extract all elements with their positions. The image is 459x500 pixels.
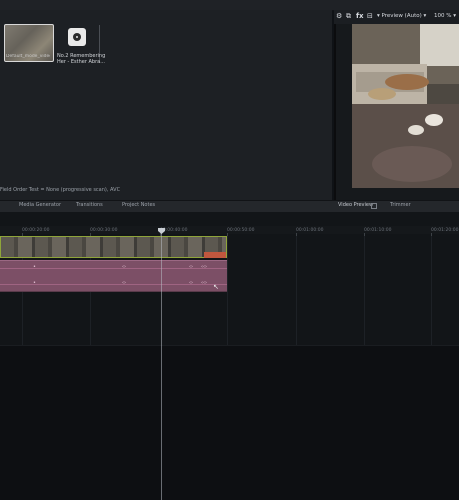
ruler-tick-label: 00:00:20:00 (22, 228, 50, 233)
audio-keyframe-icon[interactable]: • (33, 264, 36, 270)
playhead-line[interactable] (161, 228, 162, 500)
audio-keyframe-icon[interactable]: ‹› (122, 264, 126, 270)
audio-keyframe-icon[interactable]: ‹› (189, 264, 193, 270)
audio-keyframe-icon[interactable]: ‹‹› (201, 280, 207, 286)
video-event-clip[interactable] (0, 236, 227, 258)
chevron-down-icon: ▾ (377, 13, 380, 19)
preview-quality-dropdown[interactable]: ▾ Preview (Auto) ▾ (377, 13, 426, 19)
preview-image (352, 24, 459, 188)
preview-frame (352, 24, 459, 188)
video-thumbnail-caption: Default_mode_video (6, 54, 50, 59)
ruler-tick-label: 00:00:30:00 (90, 228, 118, 233)
chevron-down-icon: ▾ (423, 13, 427, 19)
preview-quality-label: Preview (Auto) (381, 13, 422, 19)
ruler-tick-label: 00:01:20:00 (431, 228, 459, 233)
zoom-dropdown[interactable]: 100 % ▾ (434, 13, 456, 19)
fx-icon[interactable]: fx (356, 12, 364, 20)
ruler-tick-label: 00:01:10:00 (364, 228, 392, 233)
timeline-gridline (296, 236, 297, 346)
media-status-text: Field Order Test = None (progressive sca… (0, 187, 121, 193)
tab-transitions[interactable]: Transitions (76, 202, 103, 208)
zoom-level: 100 % (434, 13, 452, 19)
audio-keyframe-icon[interactable]: ‹› (122, 280, 126, 286)
audio-disc-center (76, 36, 78, 38)
tab-media-generator[interactable]: Media Generator (19, 202, 61, 208)
clip-fx-marker[interactable] (204, 252, 226, 258)
copy-snapshot-icon[interactable]: ⧉ (346, 12, 351, 21)
overlay-icon[interactable]: ⊟ (367, 12, 373, 20)
timeline-gridline (364, 236, 365, 346)
audio-keyframe-icon[interactable]: ‹› (189, 280, 193, 286)
ruler-tick-label: 00:00:50:00 (227, 228, 255, 233)
chevron-down-icon: ▾ (453, 13, 456, 19)
audio-file-name-line2: Her - Esther Abra... (57, 59, 105, 65)
audio-keyframe-icon[interactable]: • (33, 280, 36, 286)
ruler-tick-label: 00:01:00:00 (296, 228, 324, 233)
tab-trimmer[interactable]: Trimmer (390, 202, 411, 208)
settings-gear-icon[interactable]: ⚙ (336, 12, 342, 20)
tab-close-icon[interactable] (371, 203, 377, 209)
empty-track-area[interactable] (0, 346, 459, 500)
playhead-marker-icon[interactable] (158, 228, 165, 234)
timeline-gridline (227, 236, 228, 346)
tab-video-preview[interactable]: Video Preview (338, 202, 373, 208)
audio-keyframe-icon[interactable]: ‹‹› (201, 264, 207, 270)
timeline-gridline (431, 236, 432, 346)
tab-project-notes[interactable]: Project Notes (122, 202, 155, 208)
mouse-cursor-icon: ↖ (213, 283, 219, 291)
